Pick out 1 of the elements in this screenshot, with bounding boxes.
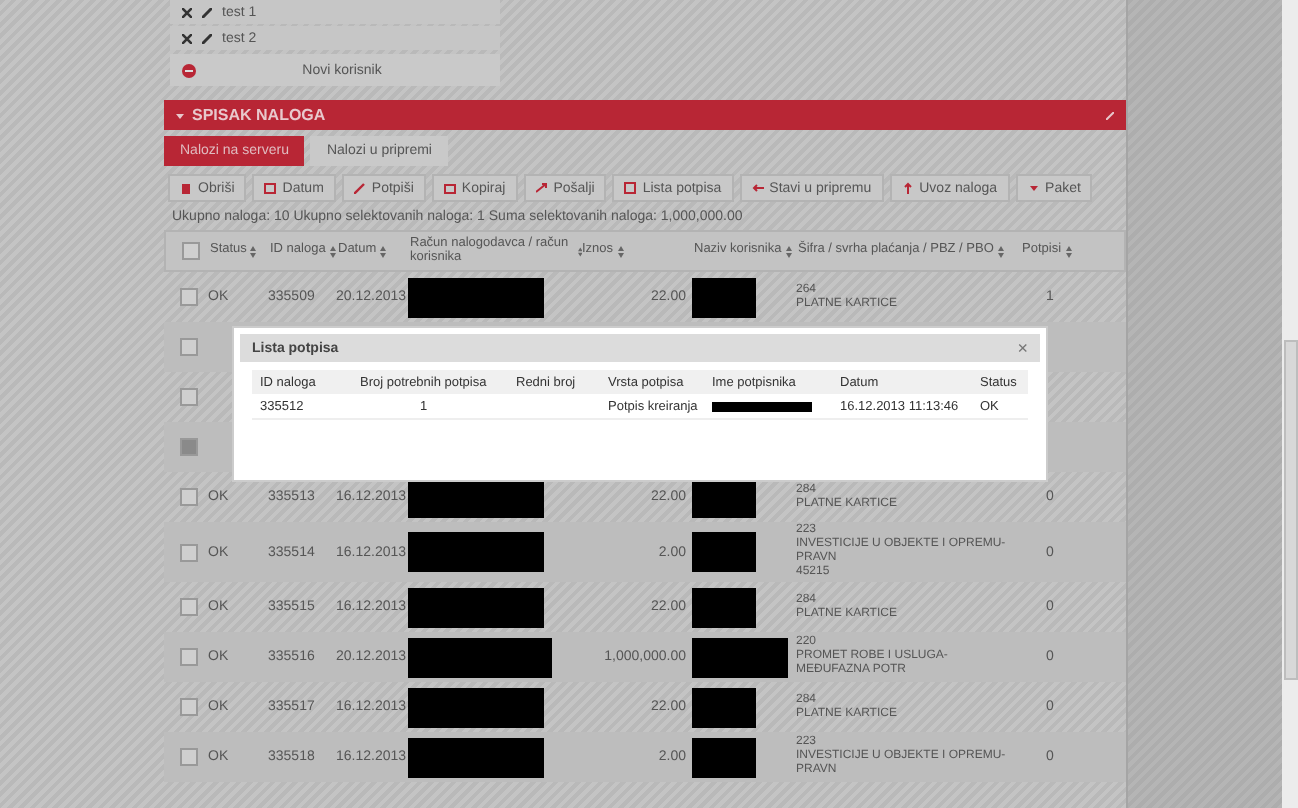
panel-title: SPISAK NALOGA	[192, 106, 326, 124]
